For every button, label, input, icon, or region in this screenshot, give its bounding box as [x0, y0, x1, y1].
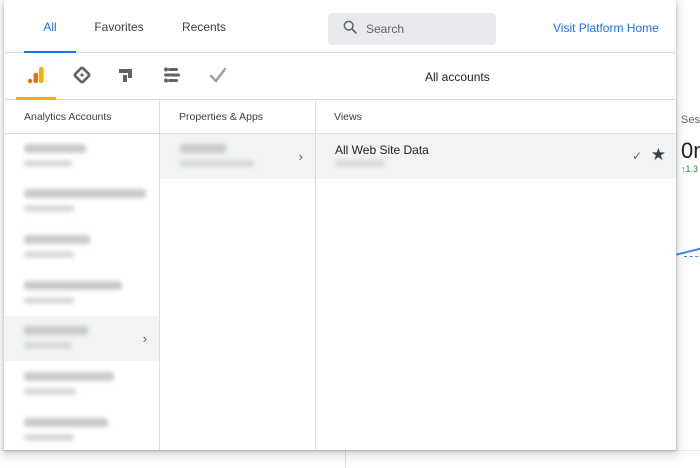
tab-favorites[interactable]: Favorites — [84, 0, 154, 53]
view-row-selected[interactable]: All Web Site Data ✓ ★ — [316, 134, 676, 179]
analytics-bar-icon — [27, 66, 45, 89]
property-row-selected[interactable]: › — [160, 134, 315, 179]
scope-label: All accounts — [425, 70, 490, 84]
background-partial-delta: ↑1.3 — [681, 164, 699, 174]
views-list: All Web Site Data ✓ ★ — [316, 134, 676, 450]
product-switcher-bar: All accounts — [4, 54, 676, 100]
selected-check-icon: ✓ — [631, 149, 642, 163]
properties-column-header: Properties & Apps — [160, 101, 316, 134]
background-chart-dashes — [684, 256, 700, 257]
surveys-check-icon — [209, 66, 227, 89]
chevron-right-icon: › — [298, 149, 303, 164]
background-bottom-strip — [0, 450, 700, 468]
background-partial-value: 0n — [681, 138, 700, 163]
product-data-studio[interactable] — [152, 54, 192, 100]
account-row[interactable] — [4, 271, 159, 316]
view-name: All Web Site Data — [335, 143, 429, 157]
account-picker-panel: All Favorites Recents Visit Platform Hom… — [4, 0, 676, 450]
tab-all[interactable]: All — [24, 0, 76, 53]
search-box[interactable] — [328, 13, 496, 45]
accounts-list: › — [4, 134, 160, 450]
properties-list: › — [160, 134, 316, 450]
product-optimize[interactable] — [106, 54, 146, 100]
optimize-icon — [117, 66, 135, 89]
background-divider — [345, 450, 346, 468]
tag-manager-diamond-icon — [73, 66, 91, 89]
account-row[interactable] — [4, 225, 159, 270]
search-icon — [342, 19, 358, 40]
visit-platform-home-link[interactable]: Visit Platform Home — [553, 21, 659, 35]
tab-recents[interactable]: Recents — [172, 0, 236, 53]
account-row[interactable] — [4, 179, 159, 224]
chevron-right-icon: › — [142, 331, 147, 346]
views-column-header: Views — [316, 101, 676, 134]
account-row[interactable] — [4, 134, 159, 179]
picker-top-bar: All Favorites Recents Visit Platform Hom… — [4, 0, 676, 53]
search-input[interactable] — [366, 22, 486, 36]
account-row[interactable] — [4, 362, 159, 407]
account-row-selected[interactable]: › — [4, 316, 159, 361]
favorite-star-icon[interactable]: ★ — [651, 145, 666, 165]
account-row[interactable] — [4, 408, 159, 450]
data-studio-icon — [162, 66, 182, 89]
product-surveys[interactable] — [198, 54, 238, 100]
product-analytics[interactable] — [16, 54, 56, 100]
accounts-column-header: Analytics Accounts — [4, 101, 160, 134]
background-partial-label: Ses — [681, 114, 700, 126]
product-tag-manager[interactable] — [62, 54, 102, 100]
